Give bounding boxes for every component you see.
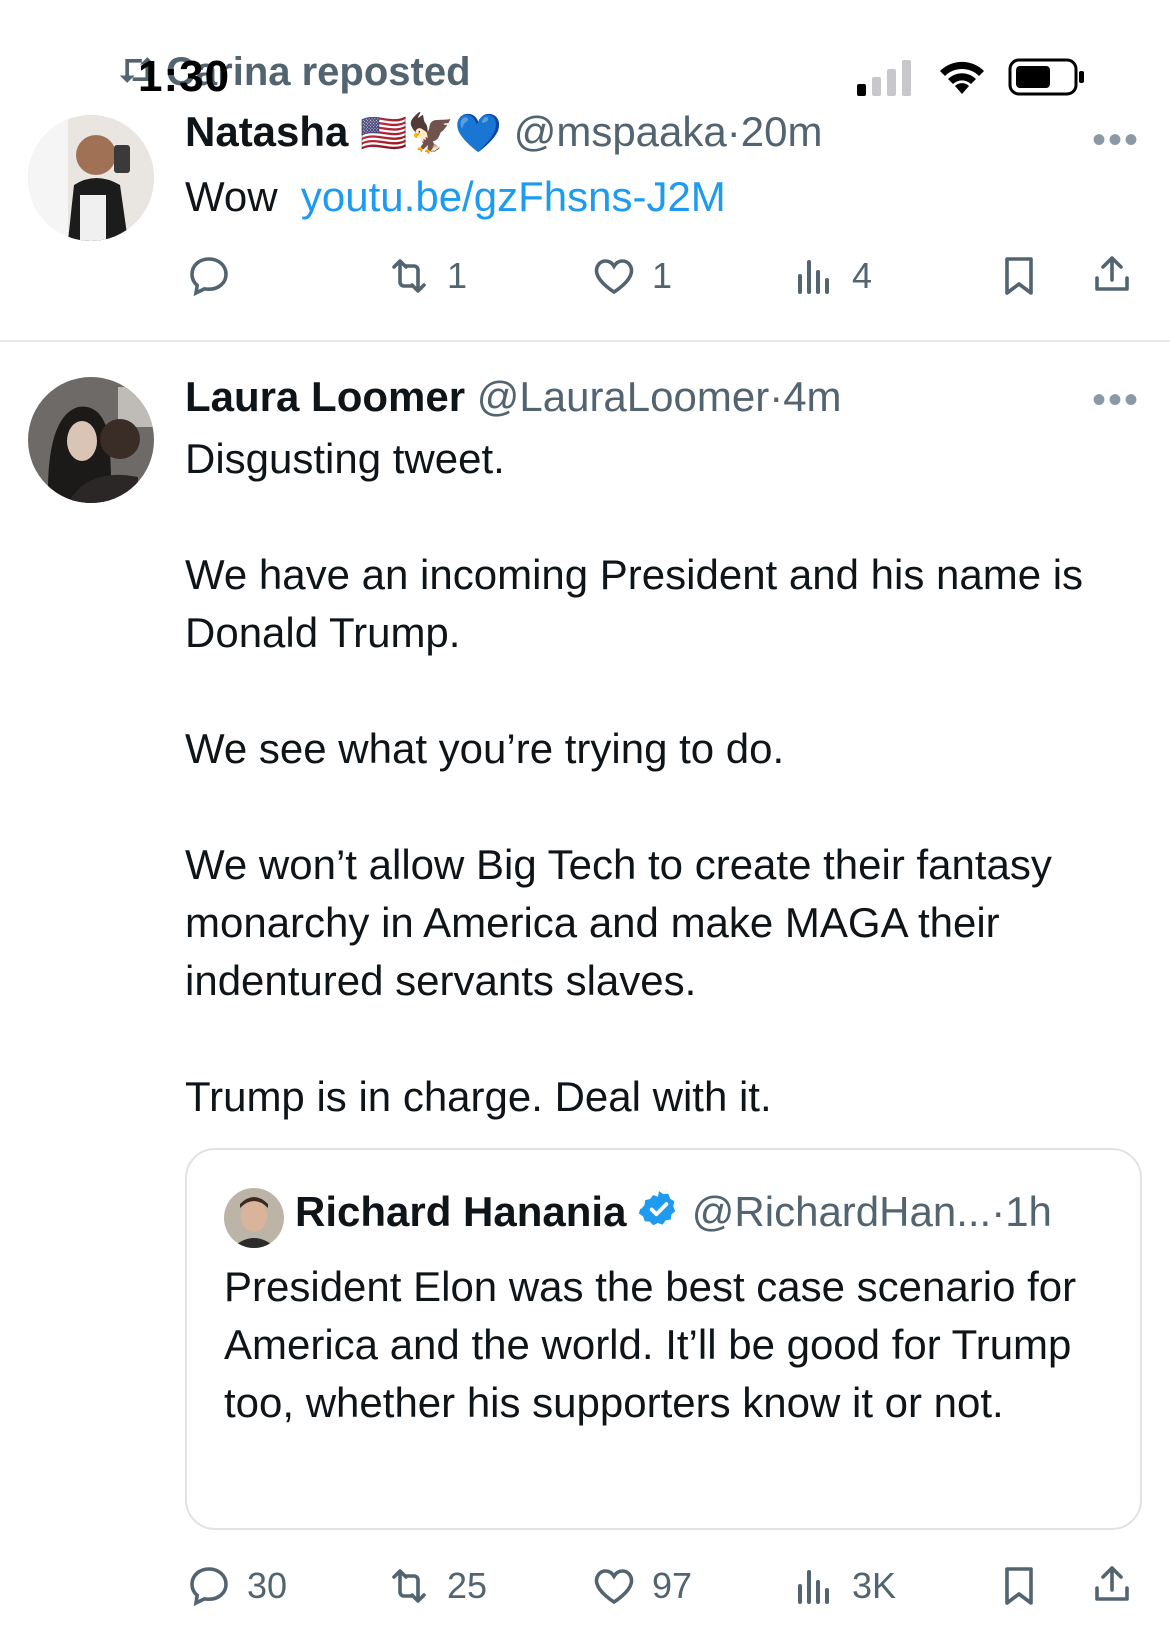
quoted-tweet-time: 1h bbox=[1005, 1188, 1052, 1235]
share-button[interactable] bbox=[1088, 1560, 1136, 1608]
status-time: 1:30 bbox=[138, 52, 231, 101]
separator-dot: · bbox=[991, 1188, 1006, 1235]
reply-button[interactable]: 30 bbox=[185, 1562, 287, 1610]
avatar-natasha[interactable] bbox=[28, 115, 154, 241]
views-chart-icon bbox=[798, 1570, 829, 1604]
tweet-paragraph: We won’t allow Big Tech to create their … bbox=[185, 841, 1052, 1004]
quoted-author-handle: @RichardHan... bbox=[691, 1188, 992, 1235]
reply-count: 30 bbox=[247, 1565, 288, 1606]
cellular-signal-icon bbox=[857, 60, 911, 96]
views-button[interactable]: 4 bbox=[790, 252, 872, 300]
share-button[interactable] bbox=[1088, 250, 1136, 298]
separator-dot: · bbox=[726, 108, 741, 155]
tweet2-text: Disgusting tweet. We have an incoming Pr… bbox=[185, 430, 1145, 1126]
author-handle[interactable]: @mspaaka bbox=[514, 108, 727, 155]
quoted-tweet-header: Richard Hanania @RichardHan...·1h bbox=[295, 1188, 1052, 1240]
tweet-text-prefix: Wow bbox=[185, 173, 278, 220]
repost-icon bbox=[392, 1569, 426, 1603]
author-handle[interactable]: @LauraLoomer bbox=[477, 373, 769, 420]
more-options-icon[interactable]: ••• bbox=[1092, 118, 1140, 163]
like-count: 97 bbox=[652, 1565, 693, 1606]
views-count: 4 bbox=[852, 255, 873, 296]
repost-button[interactable]: 1 bbox=[385, 252, 467, 300]
like-count: 1 bbox=[652, 255, 673, 296]
share-icon bbox=[1095, 256, 1129, 291]
author-emojis: 🇺🇸🦅💙 bbox=[360, 113, 503, 155]
like-button[interactable]: 1 bbox=[590, 252, 672, 300]
like-button[interactable]: 97 bbox=[590, 1562, 692, 1610]
wifi-icon bbox=[940, 61, 984, 94]
author-name[interactable]: Natasha bbox=[185, 108, 348, 155]
tweet-time[interactable]: 4m bbox=[783, 373, 841, 420]
more-options-icon[interactable]: ••• bbox=[1092, 378, 1140, 423]
repost-count: 25 bbox=[447, 1565, 488, 1606]
tweet-divider bbox=[0, 340, 1170, 342]
heart-icon bbox=[594, 259, 634, 295]
battery-icon bbox=[1008, 58, 1084, 96]
tweet-paragraph: We see what you’re trying to do. bbox=[185, 725, 785, 772]
reply-icon bbox=[190, 257, 228, 297]
bookmark-icon bbox=[1005, 1567, 1033, 1605]
views-count: 3K bbox=[852, 1565, 897, 1606]
avatar-laura-loomer[interactable] bbox=[28, 377, 154, 503]
tweet2-header: Laura Loomer @LauraLoomer·4m bbox=[185, 373, 842, 421]
quoted-tweet-text: President Elon was the best case scenari… bbox=[224, 1263, 1077, 1426]
share-icon bbox=[1095, 1566, 1129, 1601]
avatar-richard-hanania bbox=[224, 1188, 284, 1248]
quoted-tweet-card[interactable]: Richard Hanania @RichardHan...·1h Presid… bbox=[185, 1148, 1142, 1530]
bookmark-button[interactable] bbox=[995, 252, 1043, 300]
reply-button[interactable] bbox=[185, 252, 247, 300]
repost-icon bbox=[392, 259, 426, 293]
quoted-author-name: Richard Hanania bbox=[295, 1188, 627, 1235]
bookmark-icon bbox=[1005, 257, 1033, 295]
tweet-time[interactable]: 20m bbox=[741, 108, 823, 155]
tweet-link[interactable]: youtu.be/gzFhsns-J2M bbox=[301, 173, 726, 220]
views-chart-icon bbox=[798, 260, 829, 294]
author-name[interactable]: Laura Loomer bbox=[185, 373, 465, 420]
tweet-paragraph: Trump is in charge. Deal with it. bbox=[185, 1073, 772, 1120]
tweet-paragraph: We have an incoming President and his na… bbox=[185, 551, 1084, 656]
heart-icon bbox=[594, 1569, 634, 1605]
tweet-paragraph: Disgusting tweet. bbox=[185, 435, 505, 482]
views-button[interactable]: 3K bbox=[790, 1562, 896, 1610]
repost-count: 1 bbox=[447, 255, 468, 296]
tweet1-text: Wow youtu.be/gzFhsns-J2M bbox=[185, 168, 726, 226]
separator-dot: · bbox=[769, 373, 784, 420]
bookmark-button[interactable] bbox=[995, 1562, 1043, 1610]
repost-button[interactable]: 25 bbox=[385, 1562, 487, 1610]
reply-icon bbox=[190, 1567, 228, 1607]
verified-badge-icon bbox=[638, 1188, 680, 1240]
tweet1-header: Natasha 🇺🇸🦅💙 @mspaaka·20m bbox=[185, 108, 822, 156]
